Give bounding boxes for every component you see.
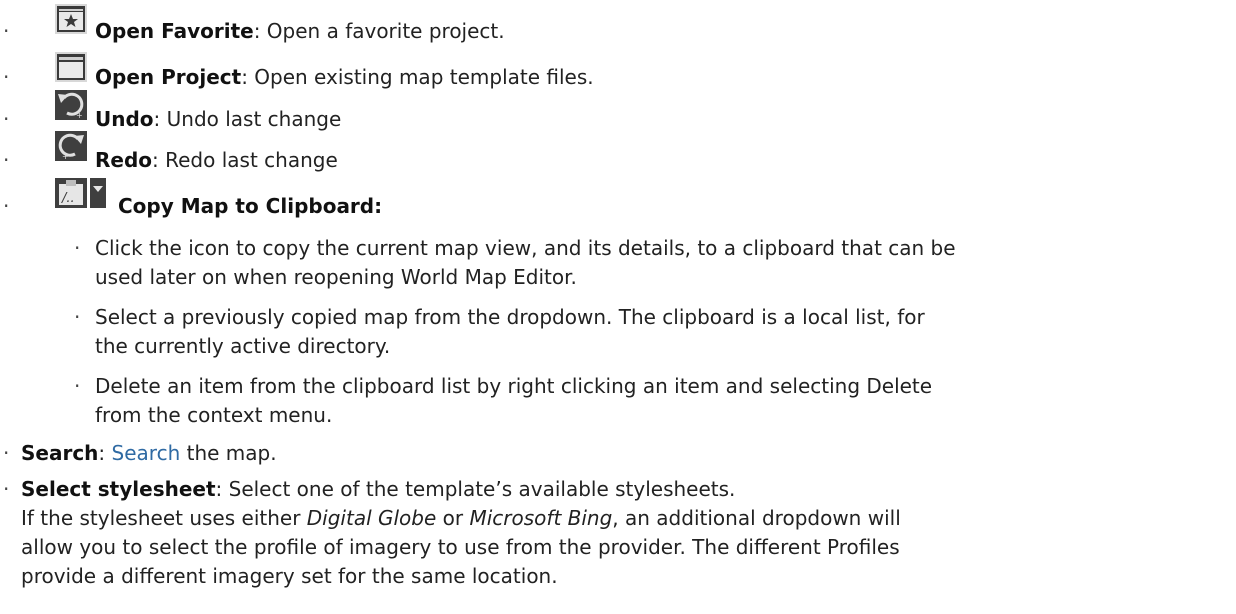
term-redo: Redo <box>95 148 153 172</box>
term-open-project: Open Project <box>95 65 242 89</box>
sub-item-line: from the context menu. <box>95 403 333 427</box>
para-text: or <box>436 506 470 530</box>
star-folder-icon[interactable] <box>55 4 87 34</box>
sub-item-line: the currently active directory. <box>95 334 391 358</box>
sub-item-line: Delete an item from the clipboard list b… <box>95 374 933 398</box>
svg-text:+: + <box>76 111 83 120</box>
sub-item-line: used later on when reopening World Map E… <box>95 265 577 289</box>
term-copy-map: Copy Map to Clipboard: <box>118 194 383 218</box>
bullet: · <box>3 19 10 43</box>
term-search: Search <box>21 441 99 465</box>
svg-text:+: + <box>62 152 69 161</box>
bullet: · <box>3 148 10 172</box>
undo-icon[interactable]: + <box>55 90 87 120</box>
para-text: provide a different imagery set for the … <box>21 564 558 588</box>
term-stylesheet: Select stylesheet <box>21 477 216 501</box>
search-sep: : <box>98 441 112 465</box>
sub-item-line: Click the icon to copy the current map v… <box>95 236 956 260</box>
redo-icon[interactable]: + <box>55 131 87 161</box>
term-open-favorite: Open Favorite <box>95 19 254 43</box>
bullet: · <box>3 65 10 89</box>
term-undo: Undo <box>95 107 154 131</box>
desc-search: the map. <box>180 441 277 465</box>
svg-text:/..: /.. <box>61 191 75 206</box>
para-text: If the stylesheet uses either <box>21 506 307 530</box>
bullet: · <box>74 374 81 398</box>
bullet: · <box>74 236 81 260</box>
para-emphasis: Microsoft Bing <box>469 506 613 530</box>
folder-icon[interactable] <box>55 52 87 82</box>
para-emphasis: Digital Globe <box>306 506 437 530</box>
bullet: · <box>3 441 10 465</box>
bullet: · <box>3 194 10 218</box>
desc-redo: : Redo last change <box>152 148 338 172</box>
para-text: , an additional dropdown will <box>612 506 901 530</box>
para-text: allow you to select the profile of image… <box>21 535 900 559</box>
bullet: · <box>3 107 10 131</box>
clipboard-icon[interactable]: /.. <box>55 178 87 208</box>
desc-open-favorite: : Open a favorite project. <box>253 19 505 43</box>
dropdown-arrow-icon[interactable] <box>90 178 106 208</box>
sub-item-line: Select a previously copied map from the … <box>95 305 925 329</box>
bullet: · <box>3 477 10 501</box>
search-link[interactable]: Search <box>112 441 181 465</box>
desc-undo: : Undo last change <box>153 107 342 131</box>
bullet: · <box>74 305 81 329</box>
desc-open-project: : Open existing map template files. <box>241 65 594 89</box>
desc-stylesheet: : Select one of the template’s available… <box>215 477 736 501</box>
